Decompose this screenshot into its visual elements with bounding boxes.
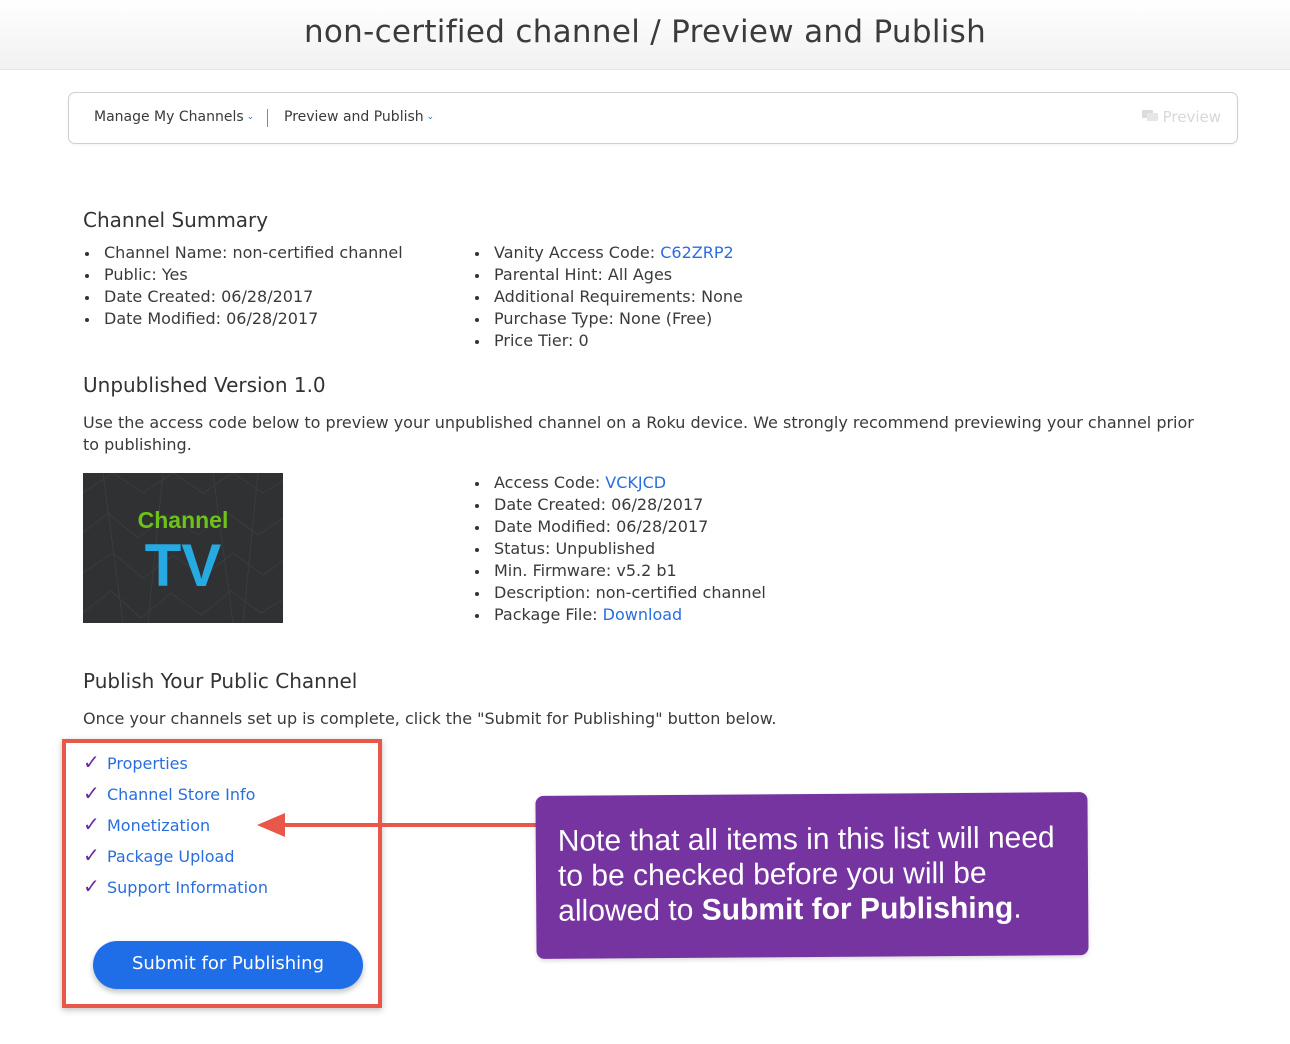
checklist-item-monetization[interactable]: ✓ Monetization	[83, 812, 268, 843]
access-code-label: Access Code:	[494, 473, 606, 492]
preview-publish-label: Preview and Publish	[284, 109, 424, 125]
list-item: Date Created: 06/28/2017	[83, 286, 403, 308]
chat-bubble-icon	[1141, 93, 1158, 121]
checkmark-icon: ✓	[83, 750, 100, 774]
summary-left-list: Channel Name: non-certified channel Publ…	[83, 242, 403, 330]
package-file-label: Package File:	[494, 605, 603, 624]
preview-publish-menu[interactable]: Preview and Publish ⌄	[284, 93, 434, 143]
preview-button[interactable]: Preview	[1141, 93, 1221, 141]
checkmark-icon: ✓	[83, 843, 100, 867]
list-item: Date Modified: 06/28/2017	[473, 516, 766, 538]
access-code-link[interactable]: VCKJCD	[605, 473, 666, 492]
list-item: Status: Unpublished	[473, 538, 766, 560]
page-title: non-certified channel / Preview and Publ…	[303, 14, 987, 50]
list-item: Date Created: 06/28/2017	[473, 494, 766, 516]
vanity-code-link[interactable]: C62ZRP2	[660, 243, 733, 262]
callout-text: Note that all items in this list will ne…	[558, 820, 1074, 929]
checklist-link[interactable]: Monetization	[107, 816, 210, 835]
checkmark-icon: ✓	[83, 874, 100, 898]
nav-divider	[267, 109, 268, 127]
publish-heading: Publish Your Public Channel	[83, 669, 358, 693]
checkmark-icon: ✓	[83, 812, 100, 836]
checklist-link[interactable]: Properties	[107, 754, 188, 773]
breadcrumb-nav: Manage My Channels ⌄ Preview and Publish ⌄…	[68, 92, 1238, 144]
list-item: Date Modified: 06/28/2017	[83, 308, 403, 330]
thumbnail-line1: Channel	[137, 507, 229, 533]
checklist-item-channel-store-info[interactable]: ✓ Channel Store Info	[83, 781, 268, 812]
thumbnail-line2: TV	[144, 532, 222, 599]
list-item: Description: non-certified channel	[473, 582, 766, 604]
list-item: Min. Firmware: v5.2 b1	[473, 560, 766, 582]
list-item: Parental Hint: All Ages	[473, 264, 743, 286]
channel-thumbnail: Channel TV	[83, 473, 283, 623]
manage-channels-menu[interactable]: Manage My Channels ⌄	[94, 93, 254, 143]
checklist-item-package-upload[interactable]: ✓ Package Upload	[83, 843, 268, 874]
checklist-link[interactable]: Support Information	[107, 878, 268, 897]
channel-summary-heading: Channel Summary	[83, 208, 269, 232]
list-item: Public: Yes	[83, 264, 403, 286]
page-header: non-certified channel / Preview and Publ…	[0, 0, 1290, 70]
list-item: Price Tier: 0	[473, 330, 743, 352]
list-item: Package File: Download	[473, 604, 766, 626]
vanity-code-label: Vanity Access Code:	[494, 243, 661, 262]
chevron-down-icon: ⌄	[426, 112, 435, 122]
annotation-callout: Note that all items in this list will ne…	[535, 792, 1089, 959]
list-item: Vanity Access Code: C62ZRP2	[473, 242, 743, 264]
list-item: Additional Requirements: None	[473, 286, 743, 308]
version-details-list: Access Code: VCKJCD Date Created: 06/28/…	[473, 472, 766, 626]
list-item: Channel Name: non-certified channel	[83, 242, 403, 264]
manage-channels-label: Manage My Channels	[94, 109, 244, 125]
checklist-link[interactable]: Channel Store Info	[107, 785, 255, 804]
publish-checklist: ✓ Properties ✓ Channel Store Info ✓ Monetiz…	[83, 750, 268, 905]
publish-instructions: Once your channels set up is complete, c…	[83, 709, 777, 728]
checklist-link[interactable]: Package Upload	[107, 847, 234, 866]
list-item: Purchase Type: None (Free)	[473, 308, 743, 330]
unpublished-version-heading: Unpublished Version 1.0	[83, 373, 326, 397]
annotation-arrow-icon	[257, 813, 543, 837]
download-link[interactable]: Download	[603, 605, 683, 624]
checkmark-icon: ✓	[83, 781, 100, 805]
preview-button-label: Preview	[1162, 108, 1221, 126]
unpublished-description: Use the access code below to preview you…	[83, 413, 1194, 454]
callout-text-bold: Submit for Publishing	[701, 891, 1014, 927]
callout-text-end: .	[1013, 891, 1022, 925]
checklist-item-support-information[interactable]: ✓ Support Information	[83, 874, 268, 905]
list-item: Access Code: VCKJCD	[473, 472, 766, 494]
chevron-down-icon: ⌄	[246, 112, 255, 122]
submit-for-publishing-button[interactable]: Submit for Publishing	[93, 941, 363, 989]
summary-right-list: Vanity Access Code: C62ZRP2 Parental Hin…	[473, 242, 743, 352]
checklist-item-properties[interactable]: ✓ Properties	[83, 750, 268, 781]
